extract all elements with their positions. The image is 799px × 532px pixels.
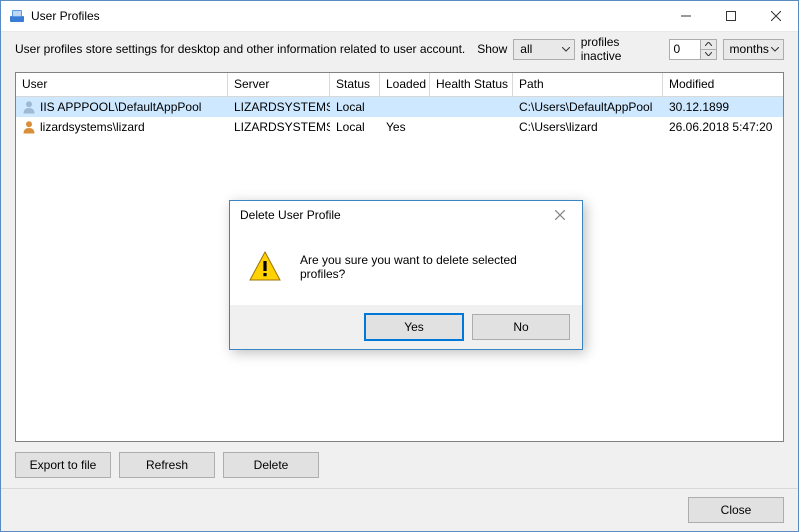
dialog-body: Are you sure you want to delete selected… (230, 229, 582, 305)
col-header-modified[interactable]: Modified (663, 73, 781, 96)
user-icon (22, 120, 36, 134)
toolbar-description: User profiles store settings for desktop… (15, 42, 465, 56)
col-header-health[interactable]: Health Status (430, 73, 513, 96)
cell: Local (330, 117, 380, 137)
cell: Yes (380, 117, 430, 137)
refresh-button[interactable]: Refresh (119, 452, 215, 478)
cell: C:\Users\DefaultAppPool (513, 97, 663, 117)
export-button[interactable]: Export to file (15, 452, 111, 478)
close-button[interactable]: Close (688, 497, 784, 523)
delete-confirmation-dialog: Delete User Profile Are you sure you wan… (229, 200, 583, 350)
cell: C:\Users\lizard (513, 117, 663, 137)
inactive-label: profiles inactive (581, 35, 663, 63)
footer: Close (1, 488, 798, 531)
app-icon (9, 8, 25, 24)
col-header-server[interactable]: Server (228, 73, 330, 96)
user-icon (22, 100, 36, 114)
cell: 30.12.1899 (663, 97, 781, 117)
maximize-button[interactable] (708, 2, 753, 31)
cell: LIZARDSYSTEMS (228, 117, 330, 137)
close-window-button[interactable] (753, 2, 798, 31)
warning-icon (248, 250, 282, 284)
toolbar: User profiles store settings for desktop… (1, 32, 798, 66)
cell: 26.06.2018 5:47:20 (663, 117, 781, 137)
cell: LIZARDSYSTEMS (228, 97, 330, 117)
delete-button[interactable]: Delete (223, 452, 319, 478)
inactive-value[interactable]: 0 (670, 40, 700, 59)
dialog-close-button[interactable] (544, 204, 576, 226)
cell: IIS APPPOOL\DefaultAppPool (16, 97, 228, 117)
show-label: Show (477, 42, 507, 56)
show-select-value: all (520, 42, 532, 56)
chevron-down-icon (771, 42, 779, 56)
chevron-down-icon (562, 42, 570, 56)
cell (380, 97, 430, 117)
grid-body: IIS APPPOOL\DefaultAppPoolLIZARDSYSTEMSL… (16, 97, 783, 137)
col-header-status[interactable]: Status (330, 73, 380, 96)
main-window: User Profiles User profiles store settin… (0, 0, 799, 532)
show-select[interactable]: all (513, 39, 574, 60)
dialog-footer: Yes No (230, 305, 582, 349)
period-select-value: months (730, 42, 769, 56)
col-header-user[interactable]: User (16, 73, 228, 96)
dialog-no-button[interactable]: No (472, 314, 570, 340)
spinner-down-button[interactable] (701, 50, 716, 59)
minimize-button[interactable] (663, 2, 708, 31)
period-select[interactable]: months (723, 39, 784, 60)
col-header-path[interactable]: Path (513, 73, 663, 96)
table-row[interactable]: lizardsystems\lizardLIZARDSYSTEMSLocalYe… (16, 117, 783, 137)
inactive-spinner[interactable]: 0 (669, 39, 717, 60)
cell (430, 117, 513, 137)
table-row[interactable]: IIS APPPOOL\DefaultAppPoolLIZARDSYSTEMSL… (16, 97, 783, 117)
dialog-titlebar: Delete User Profile (230, 201, 582, 229)
spinner-up-button[interactable] (701, 40, 716, 50)
window-title: User Profiles (31, 9, 100, 23)
grid-header-row: User Server Status Loaded Health Status … (16, 73, 783, 97)
dialog-yes-button[interactable]: Yes (364, 313, 464, 341)
cell: Local (330, 97, 380, 117)
dialog-title: Delete User Profile (240, 208, 341, 222)
col-header-loaded[interactable]: Loaded (380, 73, 430, 96)
action-buttons-row: Export to file Refresh Delete (1, 442, 798, 488)
cell: lizardsystems\lizard (16, 117, 228, 137)
cell (430, 97, 513, 117)
titlebar: User Profiles (1, 1, 798, 32)
dialog-message: Are you sure you want to delete selected… (300, 253, 564, 281)
